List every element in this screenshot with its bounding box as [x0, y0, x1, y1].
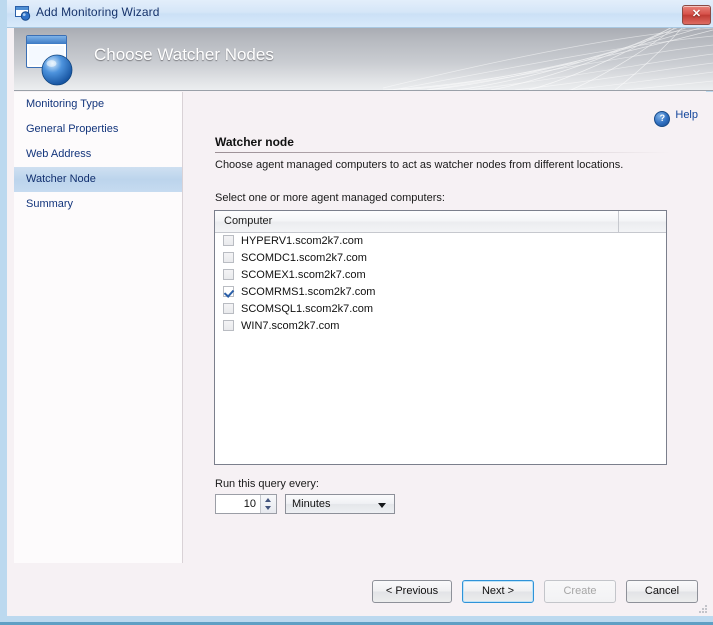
row-checkbox[interactable] [223, 252, 234, 263]
previous-button[interactable]: < Previous [372, 580, 452, 603]
sidebar-item-label: Web Address [26, 148, 92, 160]
title-bar: Add Monitoring Wizard ✕ [7, 0, 713, 28]
stepper-down-icon[interactable] [261, 504, 276, 513]
sidebar-item-web-address[interactable]: Web Address [14, 142, 182, 167]
sidebar-item-label: Summary [26, 198, 74, 210]
row-checkbox-checked[interactable] [223, 286, 234, 297]
monitoring-wizard-icon [23, 32, 85, 88]
list-item[interactable]: SCOMDC1.scom2k7.com [215, 250, 666, 267]
sidebar-item-watcher-node[interactable]: Watcher Node [14, 167, 182, 192]
close-icon: ✕ [691, 8, 702, 20]
sidebar-item-summary[interactable]: Summary [14, 192, 182, 217]
row-checkbox[interactable] [223, 303, 234, 314]
computer-name: SCOMSQL1.scom2k7.com [241, 303, 374, 315]
banner-mesh-decoration [383, 28, 713, 90]
list-item[interactable]: SCOMSQL1.scom2k7.com [215, 301, 666, 318]
sidebar-item-monitoring-type[interactable]: Monitoring Type [14, 92, 182, 117]
row-checkbox[interactable] [223, 269, 234, 280]
help-question-icon: ? [654, 111, 671, 127]
selected-unit-label: Minutes [292, 498, 331, 510]
list-item[interactable]: HYPERV1.scom2k7.com [215, 233, 666, 250]
create-button: Create [544, 580, 616, 603]
agent-managed-computers-list[interactable]: Computer HYPERV1.scom2k7.com SCOMDC1.sco… [214, 210, 667, 465]
cancel-button[interactable]: Cancel [626, 580, 698, 603]
resize-grip-icon[interactable] [696, 602, 708, 614]
list-item[interactable]: SCOMRMS1.scom2k7.com [215, 284, 666, 301]
header-banner: Choose Watcher Nodes [14, 28, 713, 91]
window-title: Add Monitoring Wizard [36, 5, 160, 19]
wizard-window-icon [15, 6, 31, 21]
sidebar-item-general-properties[interactable]: General Properties [14, 117, 182, 142]
stepper-up-icon[interactable] [261, 495, 276, 504]
content-pane: ? Help Watcher node Choose agent managed … [184, 92, 713, 616]
row-checkbox[interactable] [223, 320, 234, 331]
section-description: Choose agent managed computers to act as… [215, 159, 624, 171]
next-button[interactable]: Next > [462, 580, 534, 603]
column-header-empty[interactable] [620, 211, 666, 232]
column-header-computer[interactable]: Computer [215, 211, 619, 232]
query-interval-unit-select[interactable]: Minutes [285, 494, 395, 514]
list-header-row: Computer [215, 211, 666, 233]
computer-list-label: Select one or more agent managed compute… [215, 192, 445, 204]
wizard-step-sidebar: Monitoring Type General Properties Web A… [14, 92, 183, 616]
help-label: Help [675, 109, 698, 121]
computer-name: SCOMEX1.scom2k7.com [241, 269, 366, 281]
list-item[interactable]: SCOMEX1.scom2k7.com [215, 267, 666, 284]
sidebar-item-label: Monitoring Type [26, 98, 105, 110]
list-item[interactable]: WIN7.scom2k7.com [215, 318, 666, 335]
row-checkbox[interactable] [223, 235, 234, 246]
help-link[interactable]: ? Help [654, 107, 698, 127]
computer-name: WIN7.scom2k7.com [241, 320, 340, 332]
banner-heading: Choose Watcher Nodes [94, 45, 274, 64]
query-interval-stepper[interactable]: 10 [215, 494, 277, 514]
computer-name: SCOMRMS1.scom2k7.com [241, 286, 376, 298]
section-title: Watcher node [215, 135, 670, 153]
query-interval-value[interactable]: 10 [216, 495, 260, 513]
chevron-down-icon [378, 503, 386, 508]
computer-name: HYPERV1.scom2k7.com [241, 235, 364, 247]
sidebar-item-label: General Properties [26, 123, 119, 135]
sidebar-item-label: Watcher Node [26, 173, 96, 185]
list-body: HYPERV1.scom2k7.com SCOMDC1.scom2k7.com … [215, 233, 666, 464]
computer-name: SCOMDC1.scom2k7.com [241, 252, 367, 264]
query-interval-label: Run this query every: [215, 478, 319, 490]
wizard-window: Add Monitoring Wizard ✕ Choose Watcher N… [0, 0, 713, 625]
stepper-arrows[interactable] [260, 495, 276, 513]
close-button[interactable]: ✕ [682, 5, 711, 25]
wizard-footer: < Previous Next > Create Cancel [14, 563, 713, 616]
